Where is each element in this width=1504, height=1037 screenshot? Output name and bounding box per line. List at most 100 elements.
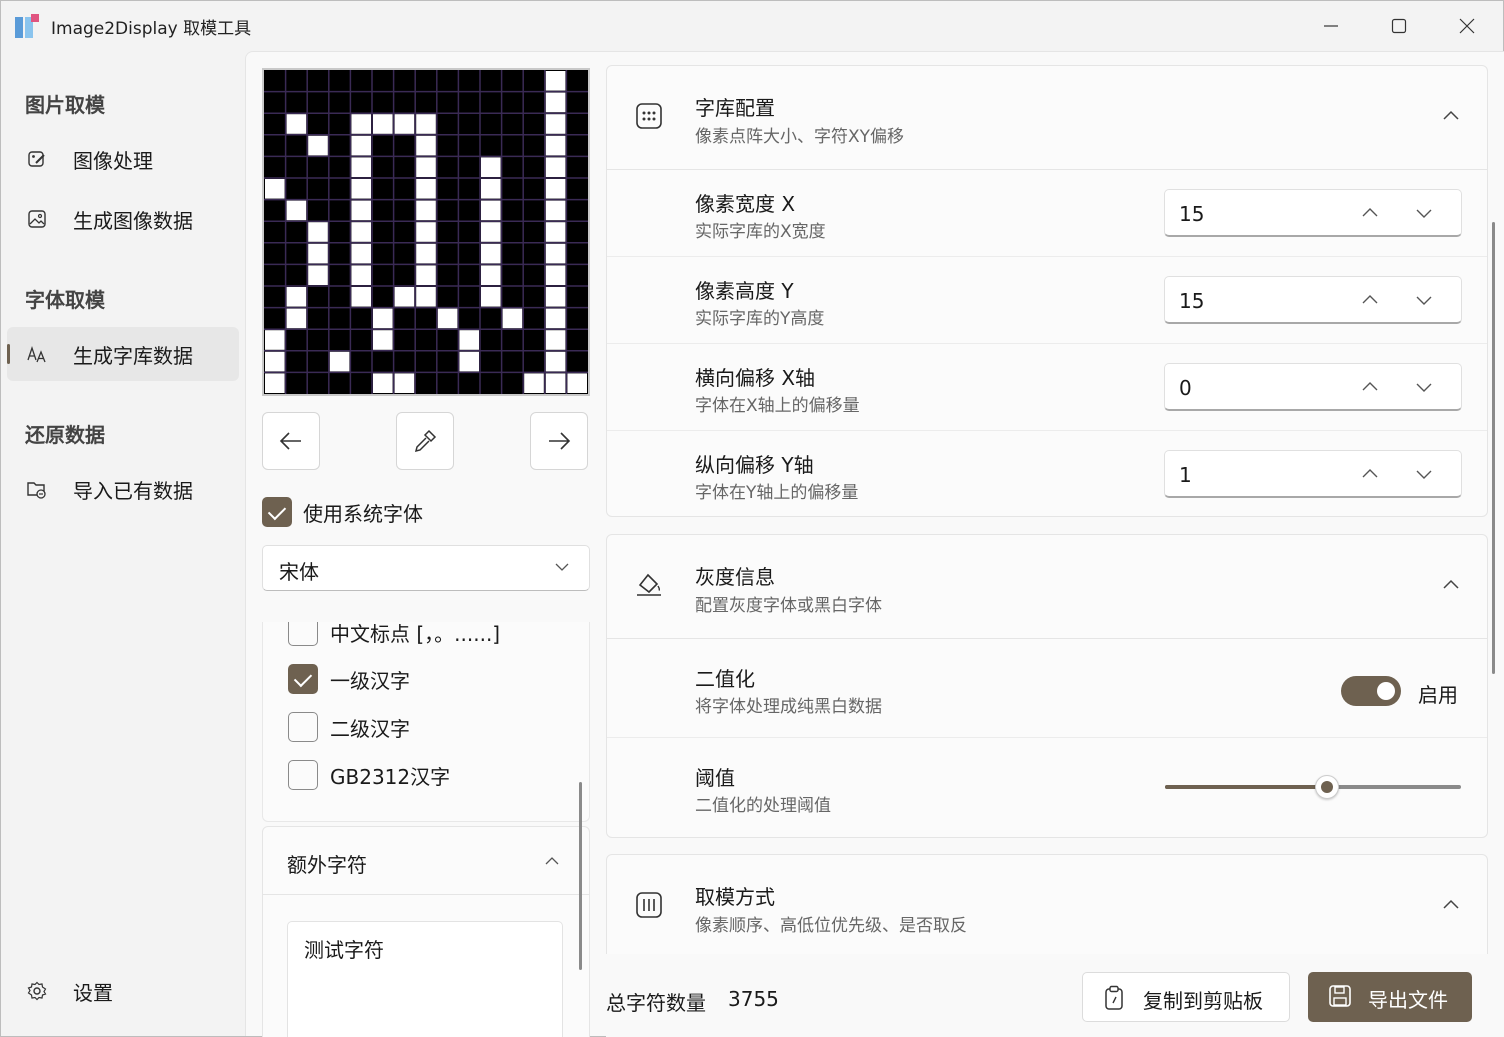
pixel-on bbox=[502, 308, 523, 329]
row-title: 像素宽度 X bbox=[695, 192, 796, 216]
title-bar: Image2Display 取模工具 bbox=[1, 1, 1503, 51]
columns-icon bbox=[636, 892, 662, 918]
sidebar-item-image-processing[interactable]: 图像处理 bbox=[7, 132, 239, 186]
export-file-button[interactable]: 导出文件 bbox=[1308, 972, 1472, 1022]
offset-y-input[interactable]: 1 bbox=[1164, 450, 1462, 498]
threshold-slider-thumb[interactable] bbox=[1315, 775, 1339, 799]
pixel-on bbox=[351, 114, 371, 134]
pixel-on bbox=[351, 179, 371, 199]
pixel-on bbox=[308, 265, 328, 285]
pixel-width-row: 像素宽度 X 实际字库的X宽度 15 bbox=[607, 170, 1487, 257]
pixel-grid bbox=[264, 70, 588, 394]
extra-chars-input[interactable]: 测试字符 bbox=[287, 921, 563, 1037]
close-button[interactable] bbox=[1433, 1, 1501, 51]
image-edit-icon bbox=[28, 151, 45, 167]
mode-header[interactable]: 取模方式 像素顺序、高低位优先级、是否取反 bbox=[607, 855, 1487, 959]
extra-chars-panel: 额外字符 测试字符 bbox=[262, 826, 590, 1037]
pixel-on bbox=[481, 287, 501, 307]
sidebar-item-settings[interactable]: 设置 bbox=[7, 964, 239, 1018]
row-subtitle: 实际字库的Y高度 bbox=[695, 309, 825, 329]
pixel-on bbox=[567, 373, 587, 393]
pixel-on bbox=[286, 200, 307, 221]
extra-chars-title: 额外字符 bbox=[287, 853, 367, 877]
eyedropper-button[interactable] bbox=[396, 412, 454, 470]
offset-x-value: 0 bbox=[1179, 376, 1192, 400]
sidebar: 图片取模 图像处理 生成图像数据 字体取模 生成字库数据 还原数据 导入已有数据… bbox=[1, 51, 245, 1036]
use-system-font-checkbox[interactable] bbox=[262, 497, 292, 527]
gray-info-header[interactable]: 灰度信息 配置灰度字体或黑白字体 bbox=[607, 535, 1487, 639]
card-subtitle: 像素点阵大小、字符XY偏移 bbox=[695, 127, 905, 147]
binarize-toggle[interactable] bbox=[1341, 676, 1401, 706]
sidebar-item-label: 图像处理 bbox=[73, 148, 153, 173]
pixel-on bbox=[351, 243, 371, 264]
maximize-button[interactable] bbox=[1365, 1, 1433, 51]
pixel-width-input[interactable]: 15 bbox=[1164, 189, 1462, 237]
sidebar-item-generate-image-data[interactable]: 生成图像数据 bbox=[7, 192, 239, 246]
right-panel-scrollbar[interactable] bbox=[1492, 222, 1495, 674]
image-icon bbox=[28, 210, 46, 228]
pixel-on bbox=[416, 135, 436, 156]
row-subtitle: 字体在X轴上的偏移量 bbox=[695, 396, 860, 416]
font-preview-canvas bbox=[262, 68, 590, 396]
sidebar-item-label: 生成字库数据 bbox=[73, 343, 193, 368]
charset-label: 中文标点 [，。......] bbox=[330, 622, 501, 646]
font-config-header[interactable]: 字库配置 像素点阵大小、字符XY偏移 bbox=[607, 66, 1487, 170]
dot-matrix-icon bbox=[636, 103, 662, 129]
offset-x-row: 横向偏移 X轴 字体在X轴上的偏移量 0 bbox=[607, 344, 1487, 431]
extra-chars-header[interactable]: 额外字符 bbox=[263, 827, 589, 895]
font-select[interactable]: 宋体 bbox=[262, 545, 590, 591]
row-title: 纵向偏移 Y轴 bbox=[695, 453, 814, 477]
pixel-on bbox=[308, 243, 328, 264]
chevron-up-icon[interactable] bbox=[1361, 204, 1379, 222]
charset-punctuation-checkbox[interactable] bbox=[288, 622, 318, 646]
threshold-slider-fill bbox=[1165, 785, 1327, 789]
binarize-row: 二值化 将字体处理成纯黑白数据 启用 bbox=[607, 639, 1487, 738]
pixel-on bbox=[437, 308, 458, 329]
sidebar-item-import-data[interactable]: 导入已有数据 bbox=[7, 462, 239, 516]
chevron-up-icon[interactable] bbox=[1361, 291, 1379, 309]
pixel-on bbox=[286, 308, 307, 329]
chevron-up-icon[interactable] bbox=[1361, 378, 1379, 396]
next-char-button[interactable] bbox=[530, 412, 588, 470]
chevron-up-icon bbox=[1443, 579, 1459, 589]
export-button-label: 导出文件 bbox=[1368, 988, 1448, 1012]
use-system-font-label: 使用系统字体 bbox=[303, 502, 423, 526]
row-subtitle: 字体在Y轴上的偏移量 bbox=[695, 483, 859, 503]
paint-bucket-icon bbox=[637, 573, 661, 596]
pixel-on bbox=[351, 287, 371, 307]
pixel-on bbox=[416, 287, 436, 307]
pixel-on bbox=[265, 351, 285, 372]
chevron-down-icon[interactable] bbox=[1415, 291, 1433, 309]
copy-to-clipboard-button[interactable]: 复制到剪贴板 bbox=[1082, 972, 1290, 1022]
pixel-on bbox=[545, 71, 566, 91]
chevron-up-icon bbox=[1443, 110, 1459, 120]
left-panel-scrollbar[interactable] bbox=[579, 782, 582, 970]
pixel-on bbox=[265, 179, 285, 199]
charset-level1-checkbox[interactable] bbox=[288, 664, 318, 694]
row-subtitle: 实际字库的X宽度 bbox=[695, 222, 826, 242]
nav-group-image: 图片取模 bbox=[25, 93, 105, 117]
charset-level2-checkbox[interactable] bbox=[288, 712, 318, 742]
row-subtitle: 将字体处理成纯黑白数据 bbox=[695, 697, 882, 717]
previous-char-button[interactable] bbox=[262, 412, 320, 470]
pixel-on bbox=[416, 243, 436, 264]
pixel-on bbox=[545, 351, 566, 372]
sidebar-item-generate-font-data[interactable]: 生成字库数据 bbox=[7, 327, 239, 381]
pixel-on bbox=[524, 373, 544, 393]
minimize-button[interactable] bbox=[1297, 1, 1365, 51]
pixel-height-row: 像素高度 Y 实际字库的Y高度 15 bbox=[607, 257, 1487, 344]
pixel-on bbox=[351, 222, 371, 242]
char-count-label: 总字符数量 bbox=[606, 991, 706, 1015]
charset-gb2312-checkbox[interactable] bbox=[288, 760, 318, 790]
pixel-on bbox=[416, 222, 436, 242]
chevron-down-icon[interactable] bbox=[1415, 378, 1433, 396]
chevron-down-icon[interactable] bbox=[1415, 204, 1433, 222]
chevron-down-icon[interactable] bbox=[1415, 465, 1433, 483]
chevron-up-icon[interactable] bbox=[1361, 465, 1379, 483]
pixel-height-input[interactable]: 15 bbox=[1164, 276, 1462, 324]
maximize-icon bbox=[1391, 18, 1407, 34]
offset-x-input[interactable]: 0 bbox=[1164, 363, 1462, 411]
pixel-on bbox=[373, 114, 393, 134]
card-title: 取模方式 bbox=[695, 885, 775, 909]
pixel-on bbox=[545, 287, 566, 307]
